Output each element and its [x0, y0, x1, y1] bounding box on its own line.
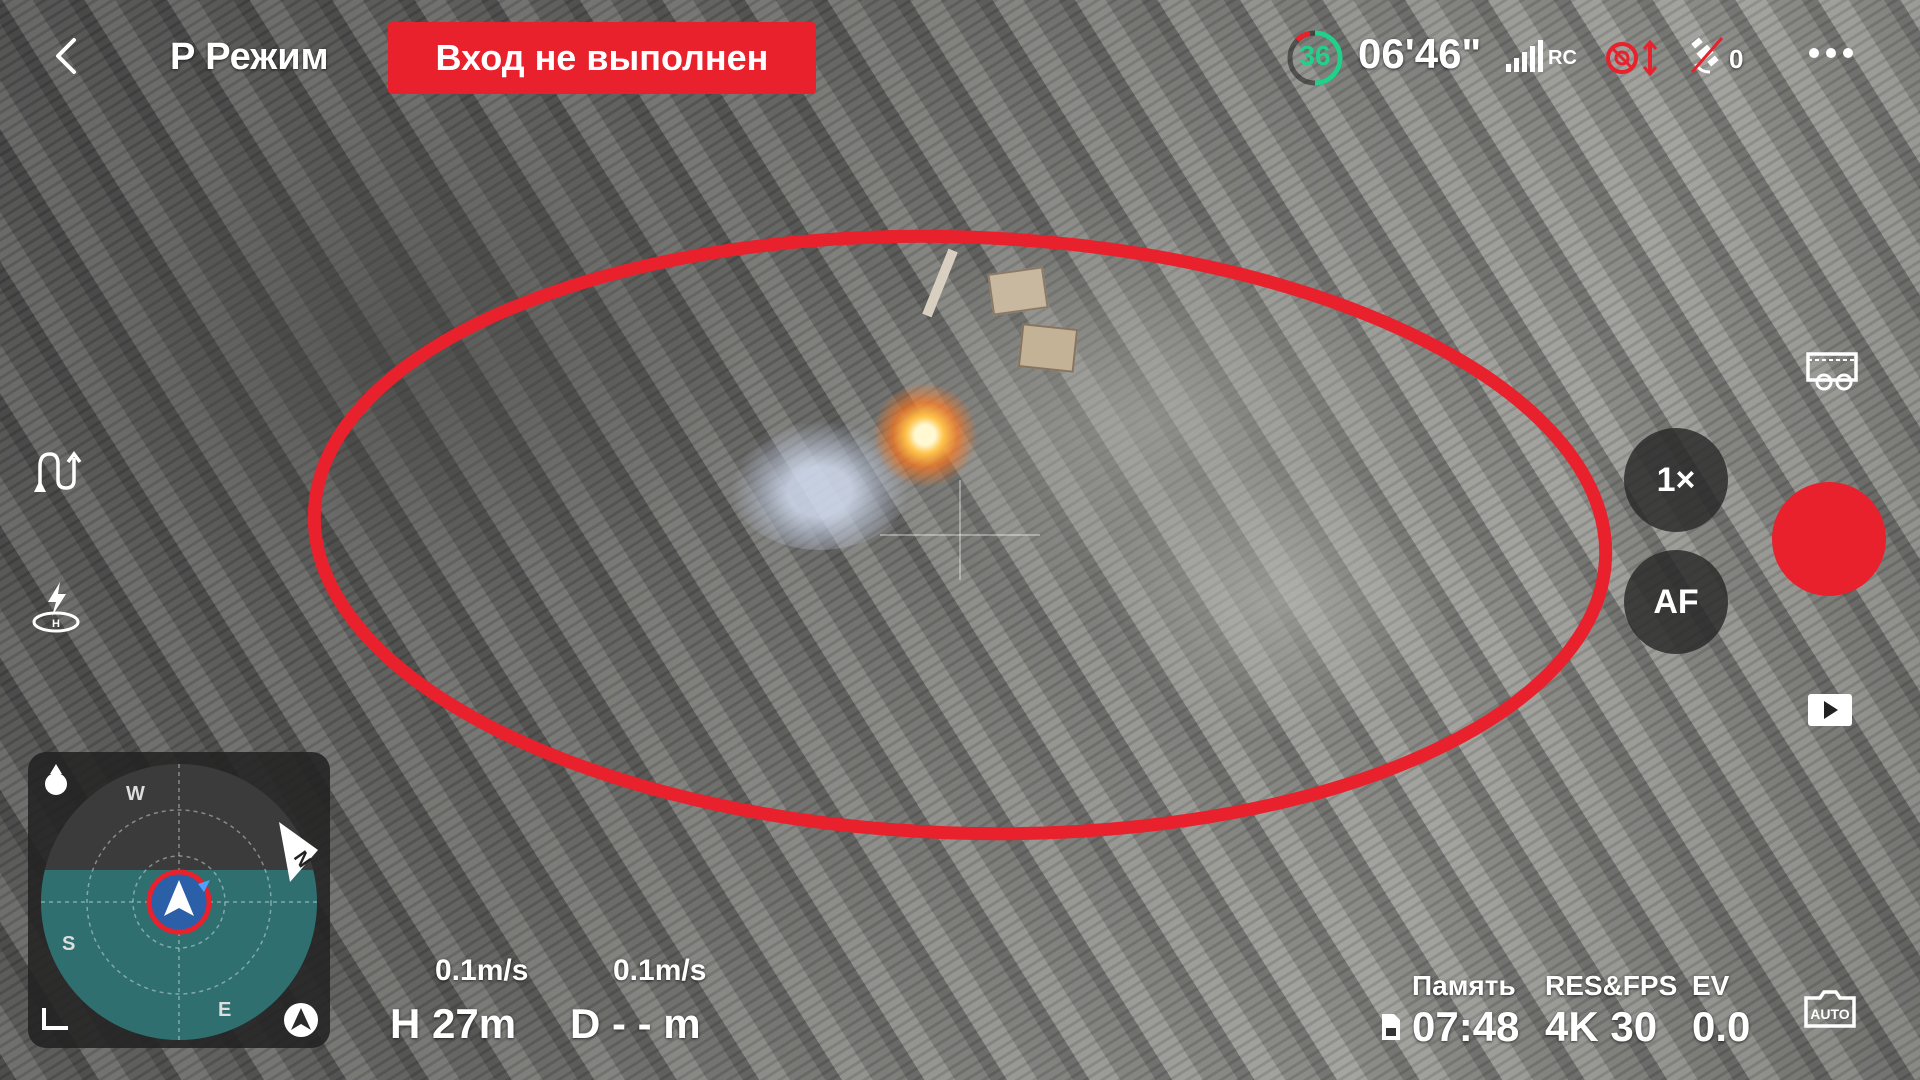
record-shutter-button[interactable]: [1772, 482, 1886, 596]
satellite-count: 0: [1729, 44, 1744, 74]
memory-value[interactable]: 07:48: [1412, 1003, 1519, 1051]
playback-icon[interactable]: [1806, 692, 1854, 728]
target-highlight-ellipse: [307, 229, 1613, 841]
login-status-badge[interactable]: Вход не выполнен: [388, 22, 816, 94]
memory-label: Память: [1412, 970, 1516, 1001]
flight-time: 06'46": [1358, 30, 1482, 77]
distance-readout: D - - m: [570, 1000, 701, 1047]
rc-label: RC: [1548, 47, 1577, 69]
resolution-label: RES&FPS: [1545, 970, 1678, 1001]
autofocus-button[interactable]: AF: [1624, 550, 1728, 654]
horizontal-speed: 0.1m/s: [435, 954, 529, 987]
takeoff-landing-icon[interactable]: H: [30, 578, 82, 634]
sd-card-icon: [1382, 1014, 1400, 1040]
radar-map: N W S E: [41, 764, 318, 1040]
vertical-speed: 0.1m/s: [613, 954, 707, 987]
media-library-icon[interactable]: [1804, 346, 1860, 392]
battery-percent[interactable]: 36: [1282, 40, 1348, 72]
back-button[interactable]: [48, 36, 88, 76]
compass-south: S: [62, 933, 75, 955]
minimap-panel[interactable]: N W S E: [28, 752, 330, 1048]
rc-signal-icon[interactable]: RC: [1506, 38, 1582, 74]
auto-mode-icon[interactable]: AUTO: [1802, 988, 1858, 1030]
svg-text:AUTO: AUTO: [1810, 1006, 1850, 1022]
route-icon[interactable]: [30, 446, 82, 498]
flight-mode-label[interactable]: P Режим: [170, 36, 329, 79]
compass-west: W: [126, 783, 145, 805]
ev-label: EV: [1692, 970, 1730, 1001]
ev-value[interactable]: 0.0: [1692, 1003, 1750, 1051]
zoom-button[interactable]: 1×: [1624, 428, 1728, 532]
svg-text:H: H: [52, 618, 60, 630]
obstacle-avoidance-icon[interactable]: [1604, 38, 1660, 78]
resolution-value[interactable]: 4K 30: [1545, 1003, 1657, 1051]
more-horizontal-icon[interactable]: [1806, 42, 1856, 64]
compass-east: E: [218, 999, 231, 1021]
height-readout: H 27m: [390, 1000, 517, 1047]
